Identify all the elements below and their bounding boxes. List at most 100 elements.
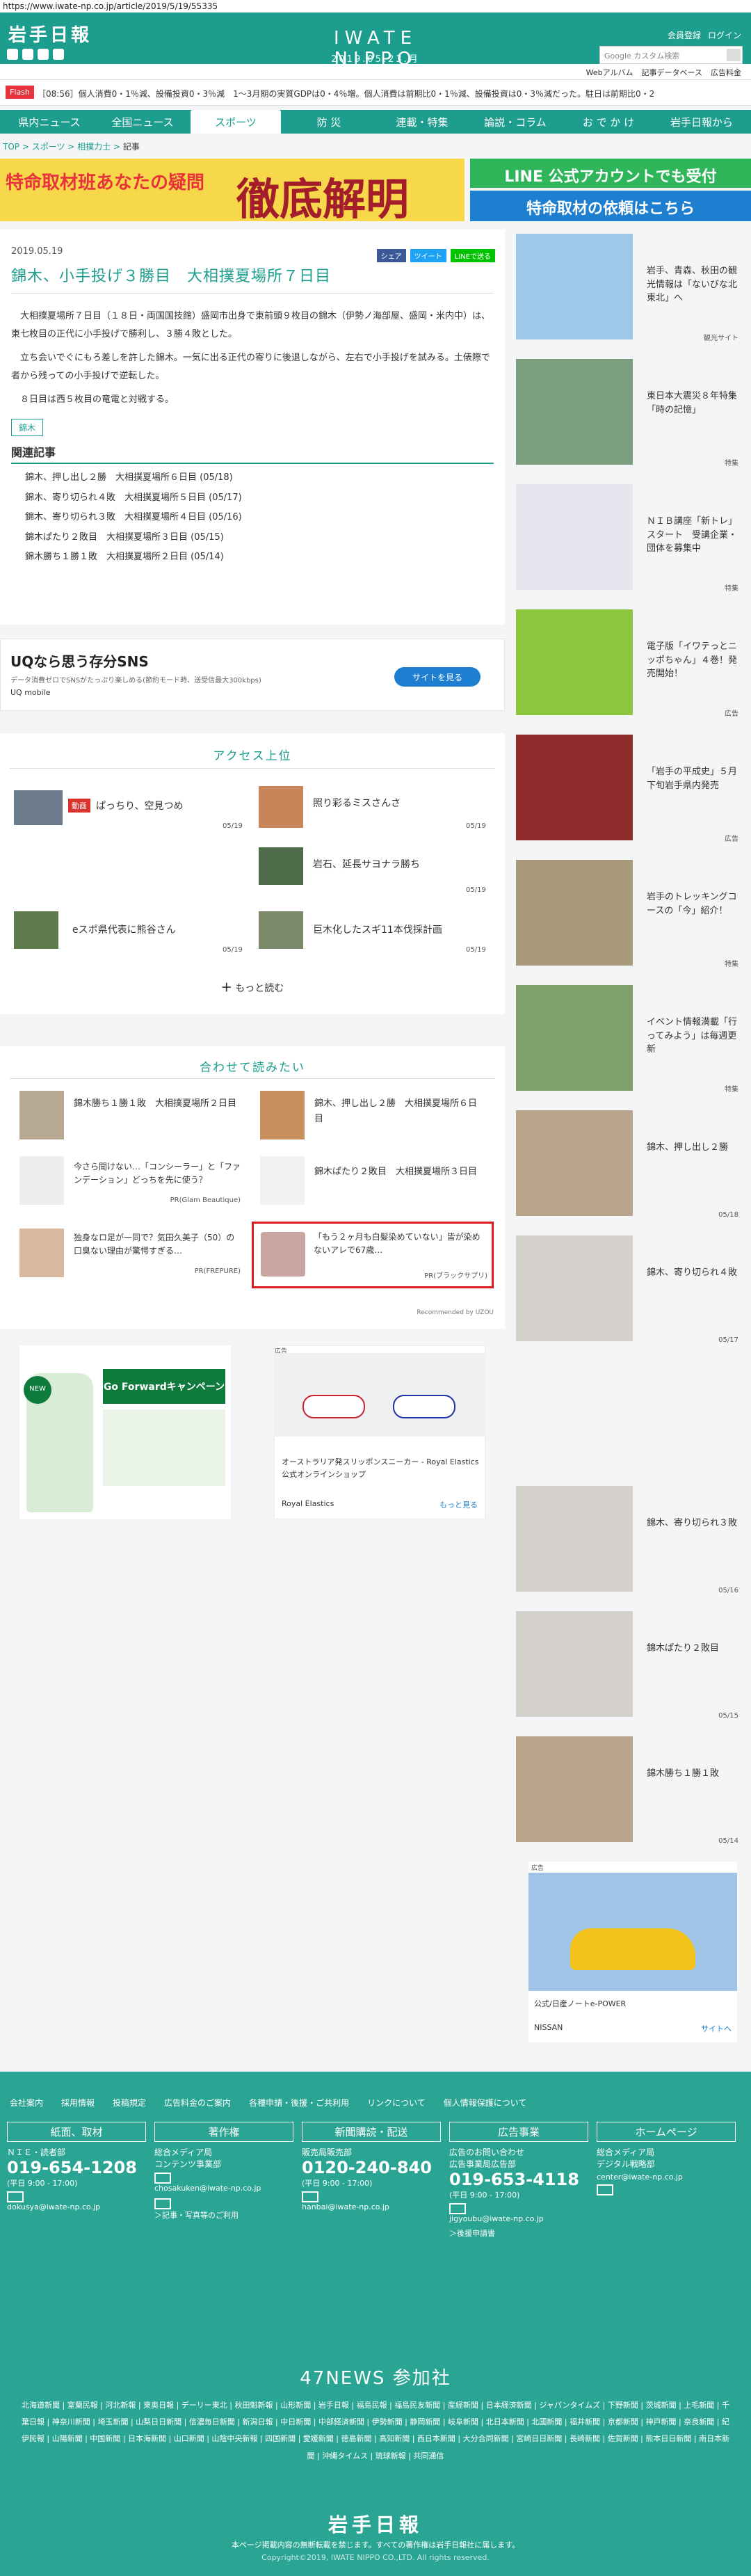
webalbum-link[interactable]: Webアルバム: [586, 67, 633, 78]
recommend-thumb[interactable]: [19, 1156, 64, 1205]
related-item[interactable]: 錦木、寄り切られ３敗 大相撲夏場所４日目 (05/16): [25, 508, 494, 528]
nissan-ad-more[interactable]: サイトへ: [701, 2023, 732, 2034]
footer-link[interactable]: 会社案内: [10, 2097, 43, 2109]
search-input[interactable]: Google カスタム検索: [599, 46, 743, 64]
crumb-sports[interactable]: スポーツ: [32, 142, 65, 152]
sidebar-item[interactable]: 岩手、青森、秋田の観光情報は「ないびな北東北」へ 観光サイト: [515, 230, 744, 345]
access-item-title[interactable]: 岩石、延長サヨナラ勝ち: [313, 857, 420, 871]
nav-editorial[interactable]: 論説・コラム: [470, 110, 560, 134]
instagram-icon[interactable]: [53, 49, 64, 60]
access-thumb[interactable]: [14, 911, 58, 949]
nav-sports[interactable]: スポーツ: [191, 110, 281, 134]
nav-disaster[interactable]: 防 災: [284, 110, 374, 134]
contact-mail[interactable]: hanbai@iwate-np.co.jp: [302, 2202, 441, 2211]
line-icon[interactable]: [38, 49, 49, 60]
mail-icon[interactable]: [7, 2191, 24, 2202]
nav-outing[interactable]: お で か け: [563, 110, 654, 134]
footer-link[interactable]: リンクについて: [367, 2097, 426, 2109]
sidebar-item[interactable]: 錦木ぱたり２敗目 05/15: [515, 1607, 744, 1722]
nav-national[interactable]: 全国ニュース: [97, 110, 188, 134]
search-icon[interactable]: [727, 49, 741, 61]
contact-tel[interactable]: 019-653-4118: [449, 2170, 588, 2189]
contact-mail[interactable]: dokusya@iwate-np.co.jp: [7, 2202, 146, 2211]
uq-ad[interactable]: UQなら思う存分SNS データ消費ゼロでSNSがたっぷり楽しめる(節約モード時、…: [0, 639, 505, 711]
access-item-title[interactable]: eスポ県代表に熊谷さん: [72, 922, 176, 936]
related-item[interactable]: 錦木ぱたり２敗目 大相撲夏場所３日目 (05/15): [25, 528, 494, 548]
footer-link[interactable]: 各種申請・後援・ご共利用: [249, 2097, 349, 2109]
banner-line-text[interactable]: LINE 公式アカウントでも受付: [470, 159, 751, 188]
facebook-share-button[interactable]: シェア: [376, 249, 406, 262]
uq-site-button[interactable]: サイトを見る: [394, 667, 481, 687]
access-item-title[interactable]: 照り彩るミスさんさ: [313, 796, 401, 810]
sidebar-item[interactable]: 錦木、押し出し２勝 05/18: [515, 1106, 744, 1222]
twitter-icon[interactable]: [7, 49, 18, 60]
recommend-item-title[interactable]: 今さら聞けない…「コンシーラー」と「ファンデーション」どっちを先に使う？: [74, 1160, 241, 1187]
sidebar-item[interactable]: 錦木、寄り切られ４敗 05/17: [515, 1231, 744, 1347]
shoe-ad[interactable]: 広告 オーストラリア発スリッポンスニーカー - Royal Elastics公式…: [274, 1345, 486, 1519]
footer-link[interactable]: 投稿規定: [113, 2097, 146, 2109]
tweet-button[interactable]: ツイート: [410, 249, 446, 262]
mail-icon[interactable]: [154, 2173, 171, 2184]
related-item[interactable]: 錦木、押し出し２勝 大相撲夏場所６日目 (05/18): [25, 468, 494, 488]
nav-prefectural[interactable]: 県内ニュース: [4, 110, 95, 134]
sidebar-item[interactable]: 「岩手の平成史」５月下旬岩手県内発売 広告: [515, 730, 744, 846]
sidebar-item[interactable]: ＮＩＢ講座「新トレ」スタート 受講企業・団体を募集中 特集: [515, 480, 744, 595]
banner-request-text[interactable]: 特命取材の依頼はこちら: [470, 191, 751, 221]
crumb-top[interactable]: TOP: [3, 142, 19, 152]
contact-tel[interactable]: 019-654-1208: [7, 2158, 146, 2177]
access-item-title[interactable]: ぱっちり、空見つめ: [96, 799, 183, 813]
access-thumb[interactable]: [14, 790, 63, 825]
flash-text[interactable]: ［08:56］個人消費0・1％減、設備投資0・3％減 1〜3月期の実質GDPは0…: [38, 88, 747, 99]
recommend-item-title[interactable]: 錦木、押し出し２勝 大相撲夏場所６日目: [314, 1096, 481, 1127]
recommend-item-title[interactable]: 錦木ぱたり２敗目 大相撲夏場所３日目: [314, 1165, 481, 1180]
recommend-thumb[interactable]: [260, 1156, 305, 1205]
promo-banner[interactable]: 特命取材班あなたの疑問 徹底解明 LINE 公式アカウントでも受付 特命取材の依…: [0, 159, 751, 225]
database-link[interactable]: 記事データベース: [642, 67, 702, 78]
mail-icon[interactable]: [449, 2203, 466, 2214]
access-thumb[interactable]: [259, 847, 303, 885]
sidebar-item[interactable]: 錦木、寄り切られ３敗 05/16: [515, 1482, 744, 1597]
footer-logo[interactable]: 岩手日報: [0, 2510, 751, 2538]
sidebar-item[interactable]: イベント情報満載「行ってみよう」は毎週更新 特集: [515, 981, 744, 1096]
sidebar-item[interactable]: 東日本大震災８年特集「時の記憶」 特集: [515, 355, 744, 470]
nissan-ad[interactable]: 広告 公式/日産ノートe-POWER NISSAN サイトへ: [528, 1862, 737, 2042]
contact-extra-link[interactable]: ＞後援申請書: [449, 2227, 588, 2239]
access-item-title[interactable]: 巨木化したスギ11本伐採計画: [313, 922, 442, 936]
mail-icon[interactable]: [597, 2184, 613, 2195]
drink-ad[interactable]: NEW Go Forwardキャンペーン: [19, 1345, 231, 1519]
news47-papers[interactable]: 北海道新聞 | 室蘭民報 | 河北新報 | 東奥日報 | デーリー東北 | 秋田…: [21, 2397, 730, 2465]
contact-mail[interactable]: chosakuken@iwate-np.co.jp: [154, 2184, 293, 2193]
nav-from-nippo[interactable]: 岩手日報から: [656, 110, 747, 134]
related-item[interactable]: 錦木勝ち１勝１敗 大相撲夏場所２日目 (05/14): [25, 547, 494, 568]
contact-tel[interactable]: 0120-240-840: [302, 2158, 441, 2177]
related-item[interactable]: 錦木、寄り切られ４敗 大相撲夏場所５日目 (05/17): [25, 488, 494, 509]
uzou-credit[interactable]: Recommended by UZOU: [417, 1309, 494, 1316]
line-share-button[interactable]: LINEで送る: [450, 249, 495, 262]
footer-link[interactable]: 個人情報保護について: [444, 2097, 527, 2109]
crumb-sumo[interactable]: 相撲力士: [77, 142, 111, 152]
access-thumb[interactable]: [259, 786, 303, 828]
banner-left[interactable]: 特命取材班あなたの疑問 徹底解明: [0, 159, 465, 225]
adrate-link[interactable]: 広告料金: [711, 67, 741, 78]
facebook-icon[interactable]: [22, 49, 33, 60]
nav-series[interactable]: 連載・特集: [377, 110, 467, 134]
site-logo[interactable]: 岩手日報: [8, 21, 92, 47]
register-link[interactable]: 会員登録: [668, 29, 701, 41]
recommend-thumb[interactable]: [19, 1091, 64, 1139]
login-link[interactable]: ログイン: [708, 29, 741, 41]
contact-mail[interactable]: jigyoubu@iwate-np.co.jp: [449, 2214, 588, 2223]
mail-icon[interactable]: [154, 2198, 171, 2209]
footer-link[interactable]: 採用情報: [61, 2097, 95, 2109]
shoe-ad-more[interactable]: もっと見る: [439, 1499, 478, 1510]
contact-mail[interactable]: center@iwate-np.co.jp: [597, 2173, 736, 2182]
recommend-thumb[interactable]: [19, 1229, 64, 1277]
more-button[interactable]: ＋ もっと読む: [0, 978, 505, 995]
contact-extra-link[interactable]: ＞記事・写真等のご利用: [154, 2209, 293, 2221]
sidebar-item[interactable]: 錦木勝ち１勝１敗 05/14: [515, 1732, 744, 1848]
access-thumb[interactable]: [259, 911, 303, 949]
recommend-item-title[interactable]: 錦木勝ち１勝１敗 大相撲夏場所２日目: [74, 1096, 241, 1112]
footer-link[interactable]: 広告料金のご案内: [164, 2097, 231, 2109]
flash-news[interactable]: Flash ［08:56］個人消費0・1％減、設備投資0・3％減 1〜3月期の実…: [0, 79, 751, 106]
recommend-thumb[interactable]: [260, 1091, 305, 1139]
sidebar-item[interactable]: 岩手のトレッキングコースの「今」紹介！ 特集: [515, 856, 744, 971]
